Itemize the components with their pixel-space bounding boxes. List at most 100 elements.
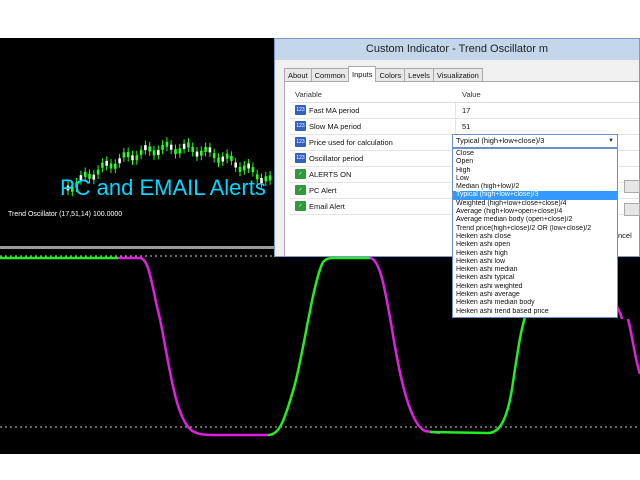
number-icon: 123 (295, 121, 306, 131)
candle-body (144, 145, 147, 151)
param-name: Fast MA period (309, 106, 360, 115)
tab-common[interactable]: Common (310, 68, 350, 82)
candle-body (195, 151, 199, 157)
candle-body (230, 155, 233, 161)
candle-body (174, 149, 177, 155)
candle-body (238, 166, 242, 172)
dropdown-option[interactable]: Heiken ashi weighted (453, 283, 617, 291)
tab-levels[interactable]: Levels (404, 68, 434, 82)
number-icon: 123 (295, 137, 306, 147)
candle-body (200, 150, 203, 156)
dropdown-option[interactable]: Heiken ashi low (453, 258, 617, 266)
dropdown-option[interactable]: Open (453, 158, 617, 166)
number-icon: 123 (295, 105, 306, 115)
oscillator-line (626, 318, 640, 375)
boolean-icon: ✓ (295, 185, 306, 195)
candle-body (178, 148, 182, 154)
dropdown-option[interactable]: Heiken ashi typical (453, 274, 617, 282)
dropdown-option[interactable]: Heiken ashi median (453, 266, 617, 274)
dropdown-option[interactable]: Heiken ashi close (453, 233, 617, 241)
dropdown-option[interactable]: High (453, 167, 617, 175)
param-name: ALERTS ON (309, 170, 352, 179)
dropdown-option[interactable]: Heiken ashi trend based price (453, 308, 617, 316)
candle-body (225, 153, 229, 159)
candle-body (101, 162, 104, 168)
dropdown-option[interactable]: Heiken ashi median body (453, 299, 617, 307)
candle-body (126, 152, 130, 158)
oscillator-line (369, 256, 441, 435)
candle-body (105, 160, 108, 166)
candle-body (165, 141, 169, 147)
number-icon: 123 (295, 153, 306, 163)
candle-body (251, 167, 255, 173)
param-value[interactable]: 17 (462, 106, 470, 115)
param-row-slow-ma[interactable]: 123 Slow MA period 51 (290, 119, 639, 135)
dropdown-option[interactable]: Low (453, 175, 617, 183)
candle-body (247, 163, 250, 169)
dialog-tabs: About Common Inputs Colors Levels Visual… (284, 66, 483, 82)
dropdown-option[interactable]: Average (high+low+open+close)/4 (453, 208, 617, 216)
promo-text: PC and EMAIL Alerts (60, 175, 266, 200)
candle-body (191, 146, 194, 152)
candle-body (109, 163, 113, 169)
candle-body (187, 142, 190, 148)
dropdown-option[interactable]: Close (453, 150, 617, 158)
candle-body (169, 144, 173, 150)
dropdown-option[interactable]: Heiken ashi open (453, 241, 617, 249)
dropdown-option[interactable]: Trend price(high+close)/2 OR (low+close)… (453, 225, 617, 233)
variable-column-header: Variable (295, 90, 322, 99)
dropdown-option[interactable]: Heiken ashi average (453, 291, 617, 299)
candle-body (139, 149, 143, 155)
dialog-title: Custom Indicator - Trend Oscillator m (275, 39, 639, 60)
param-value[interactable]: 51 (462, 122, 470, 131)
candle-body (212, 153, 216, 159)
candle-body (96, 169, 100, 175)
candle-body (122, 152, 126, 158)
cancel-button[interactable]: ncel (618, 231, 632, 240)
candle-body (161, 144, 164, 150)
tab-inputs[interactable]: Inputs (348, 66, 377, 82)
candle-body (221, 156, 225, 162)
param-name: Slow MA period (309, 122, 362, 131)
dropdown-option[interactable]: Typical (high+low+close)/3 (453, 191, 617, 200)
candle-body (148, 146, 151, 152)
tab-colors[interactable]: Colors (375, 68, 406, 82)
dropdown-option[interactable]: Weighted (high+low+close+close)/4 (453, 200, 617, 208)
price-dropdown-list: Close Open High Low Median (high+low)/2 Typic… (452, 148, 618, 318)
oscillator-line (267, 256, 370, 437)
candle-body (118, 158, 121, 164)
dropdown-option[interactable]: Heiken ashi high (453, 250, 617, 258)
candle-body (268, 175, 272, 181)
value-column-header: Value (462, 90, 481, 99)
chevron-down-icon[interactable]: ▼ (606, 136, 616, 146)
side-button[interactable] (624, 203, 640, 216)
candle-body (243, 165, 246, 171)
dropdown-option[interactable]: Average median body (open+close)/2 (453, 216, 617, 224)
param-name: Email Alert (309, 202, 345, 211)
boolean-icon: ✓ (295, 169, 306, 179)
candle-body (157, 149, 160, 155)
price-select-value: Typical (high+low+close)/3 (456, 136, 545, 145)
candle-body (135, 155, 139, 161)
price-select[interactable]: Typical (high+low+close)/3 ▼ (452, 134, 618, 148)
candle-body (217, 157, 220, 163)
param-name: Oscillator period (309, 154, 364, 163)
oscillator-label: Trend Oscillator (17,51,14) 100.0000 (8, 211, 123, 218)
candle-body (204, 146, 207, 152)
dropdown-option[interactable]: Median (high+low)/2 (453, 183, 617, 191)
side-button[interactable] (624, 180, 640, 193)
param-row-fast-ma[interactable]: 123 Fast MA period 17 (290, 103, 639, 119)
candle-body (234, 162, 237, 168)
candle-body (208, 147, 212, 153)
boolean-icon: ✓ (295, 201, 306, 211)
tab-visualization[interactable]: Visualization (432, 68, 483, 82)
grid-header: Variable Value (290, 87, 639, 103)
candle-body (152, 150, 156, 156)
candle-body (182, 143, 186, 149)
oscillator-line (118, 256, 268, 437)
candle-body (131, 155, 134, 161)
candle-body (114, 163, 117, 169)
tab-about[interactable]: About (284, 68, 312, 82)
param-name: PC Alert (309, 186, 337, 195)
param-name: Price used for calculation (309, 138, 393, 147)
